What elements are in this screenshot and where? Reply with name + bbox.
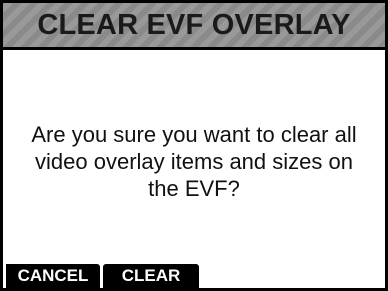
- clear-button[interactable]: CLEAR: [103, 264, 199, 288]
- dialog-title: CLEAR EVF OVERLAY: [37, 8, 351, 41]
- clear-evf-overlay-dialog: CLEAR EVF OVERLAY Are you sure you want …: [0, 0, 388, 291]
- confirmation-message: Are you sure you want to clear all video…: [3, 121, 385, 202]
- dialog-title-bar: CLEAR EVF OVERLAY: [3, 3, 385, 50]
- cancel-button[interactable]: CANCEL: [6, 264, 100, 288]
- message-line-1: Are you sure you want to clear all: [31, 122, 357, 147]
- message-line-3: the EVF?: [148, 176, 240, 201]
- message-line-2: video overlay items and sizes on: [35, 149, 353, 174]
- softkey-bar: CANCEL CLEAR: [3, 264, 199, 288]
